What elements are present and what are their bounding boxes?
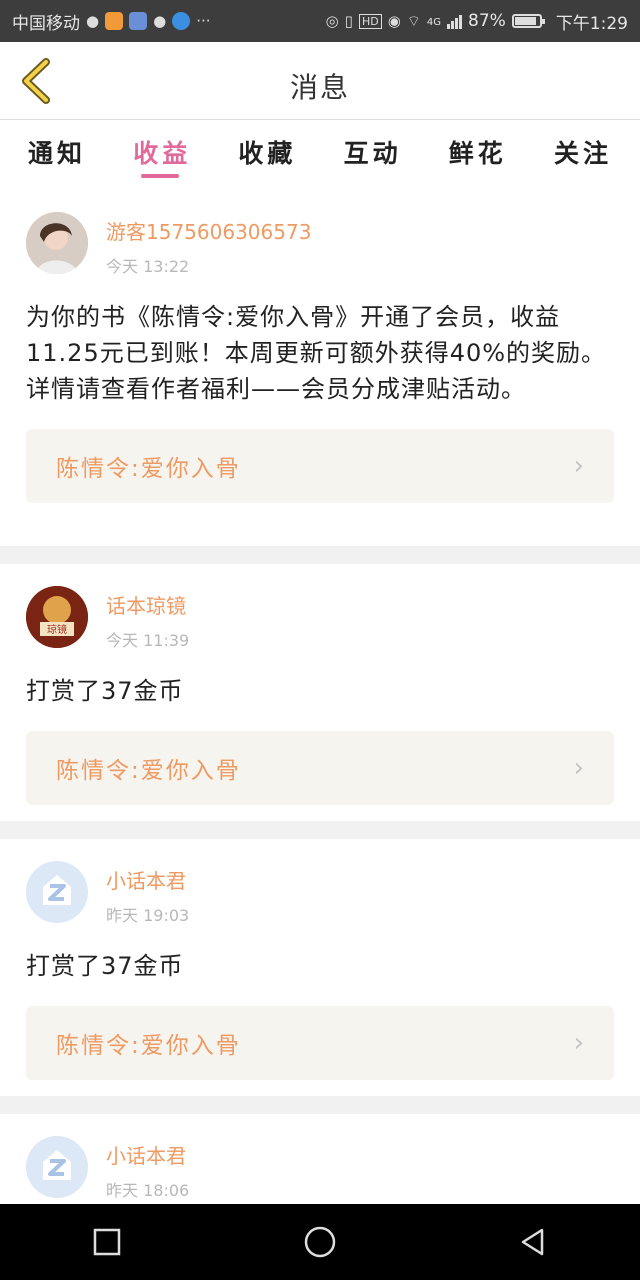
header: 消息	[0, 42, 640, 120]
divider	[0, 1096, 640, 1114]
browser-icon	[172, 12, 191, 30]
message-text: 打赏了37金币	[26, 952, 184, 980]
page-title: 消息	[289, 71, 350, 104]
video-app-icon	[105, 12, 124, 30]
wifi-icon: ⌔	[406, 11, 421, 30]
chevron-right-icon: ›	[573, 1028, 584, 1058]
avatar[interactable]: 琼镜	[26, 586, 88, 648]
chevron-right-icon: ›	[573, 451, 584, 481]
tab-earnings[interactable]: 收益	[133, 120, 191, 190]
book-title: 陈情令:爱你入骨	[56, 456, 241, 482]
signal-icon	[447, 13, 463, 29]
eye-icon: ◉	[387, 12, 401, 30]
status-bar: 中国移动 ● ● ··· ◎ ▯ HD ◉ ⌔ 4G 87% 下午1:29	[0, 0, 640, 42]
tab-interactions[interactable]: 互动	[344, 120, 402, 190]
avatar[interactable]	[26, 1136, 88, 1198]
username[interactable]: 小话本君	[106, 1140, 189, 1169]
home-button[interactable]	[290, 1212, 350, 1272]
back-nav-button[interactable]	[503, 1212, 563, 1272]
username[interactable]: 小话本君	[106, 865, 189, 894]
hd-icon: HD	[358, 13, 382, 29]
tab-bar: 通知 收益 收藏 互动 鲜花 关注	[0, 120, 640, 190]
active-tab-indicator	[141, 174, 180, 178]
tab-favorites[interactable]: 收藏	[238, 120, 296, 190]
username[interactable]: 话本琼镜	[106, 590, 189, 619]
book-title: 陈情令:爱你入骨	[56, 1033, 241, 1059]
tab-follows[interactable]: 关注	[554, 120, 612, 190]
carrier-label: 中国移动	[12, 13, 80, 34]
tab-flowers[interactable]: 鲜花	[449, 120, 507, 190]
book-title: 陈情令:爱你入骨	[56, 758, 241, 784]
chevron-right-icon: ›	[573, 753, 584, 783]
avatar[interactable]	[26, 861, 88, 923]
book-cover-avatar-icon: 琼镜	[26, 586, 88, 648]
message-card: 游客1575606306573 今天 13:22 为你的书《陈情令:爱你入骨》开…	[0, 190, 640, 546]
timestamp: 今天 13:22	[106, 257, 190, 276]
message-text: 打赏了37金币	[26, 677, 184, 705]
divider	[0, 821, 640, 839]
default-avatar-icon	[26, 1136, 88, 1198]
triangle-back-icon	[522, 1228, 544, 1256]
clock: 下午1:29	[555, 13, 628, 34]
tab-label: 通知	[28, 139, 87, 168]
navigation-bar	[0, 1204, 640, 1280]
tab-notifications[interactable]: 通知	[28, 120, 86, 190]
vibrate-icon: ▯	[344, 12, 353, 30]
more-icon: ···	[196, 12, 211, 30]
data-saver-icon: ◎	[325, 12, 339, 30]
battery-fill	[514, 17, 536, 25]
tab-label: 互动	[343, 139, 402, 168]
timestamp: 昨天 18:06	[106, 1181, 190, 1200]
book-link[interactable]: 陈情令:爱你入骨 ›	[26, 1006, 614, 1080]
divider	[0, 546, 640, 564]
battery-percent: 87%	[468, 11, 506, 31]
tab-label: 关注	[553, 139, 612, 168]
timestamp: 昨天 19:03	[106, 906, 190, 925]
chat-icon: ●	[153, 12, 167, 30]
timestamp: 今天 11:39	[106, 631, 190, 650]
message-card: 琼镜 话本琼镜 今天 11:39 打赏了37金币 陈情令:爱你入骨 ›	[0, 564, 640, 821]
tab-label: 收藏	[238, 139, 297, 168]
app-icon	[129, 12, 148, 30]
tab-label: 鲜花	[448, 139, 507, 168]
status-right: ◎ ▯ HD ◉ ⌔ 4G 87% 下午1:29	[326, 9, 628, 34]
book-link[interactable]: 陈情令:爱你入骨 ›	[26, 731, 614, 805]
square-icon	[93, 1228, 120, 1256]
recents-button[interactable]	[77, 1212, 137, 1272]
status-left: 中国移动 ● ● ···	[12, 9, 211, 34]
network-label: 4G	[426, 16, 442, 28]
avatar[interactable]	[26, 212, 88, 274]
circle-icon	[304, 1226, 336, 1258]
user-photo-icon	[26, 212, 88, 274]
username[interactable]: 游客1575606306573	[106, 216, 311, 245]
book-link[interactable]: 陈情令:爱你入骨 ›	[26, 429, 614, 503]
wechat-icon: ●	[86, 12, 100, 30]
message-card: 小话本君 昨天 19:03 打赏了37金币 陈情令:爱你入骨 ›	[0, 839, 640, 1096]
avatar-text: 琼镜	[47, 623, 67, 636]
default-avatar-icon	[26, 861, 88, 923]
message-text: 为你的书《陈情令:爱你入骨》开通了会员，收益11.25元已到账！本周更新可额外获…	[26, 303, 607, 403]
battery-icon	[511, 14, 545, 28]
tab-label: 收益	[133, 139, 192, 168]
message-list: 游客1575606306573 今天 13:22 为你的书《陈情令:爱你入骨》开…	[0, 190, 640, 1234]
